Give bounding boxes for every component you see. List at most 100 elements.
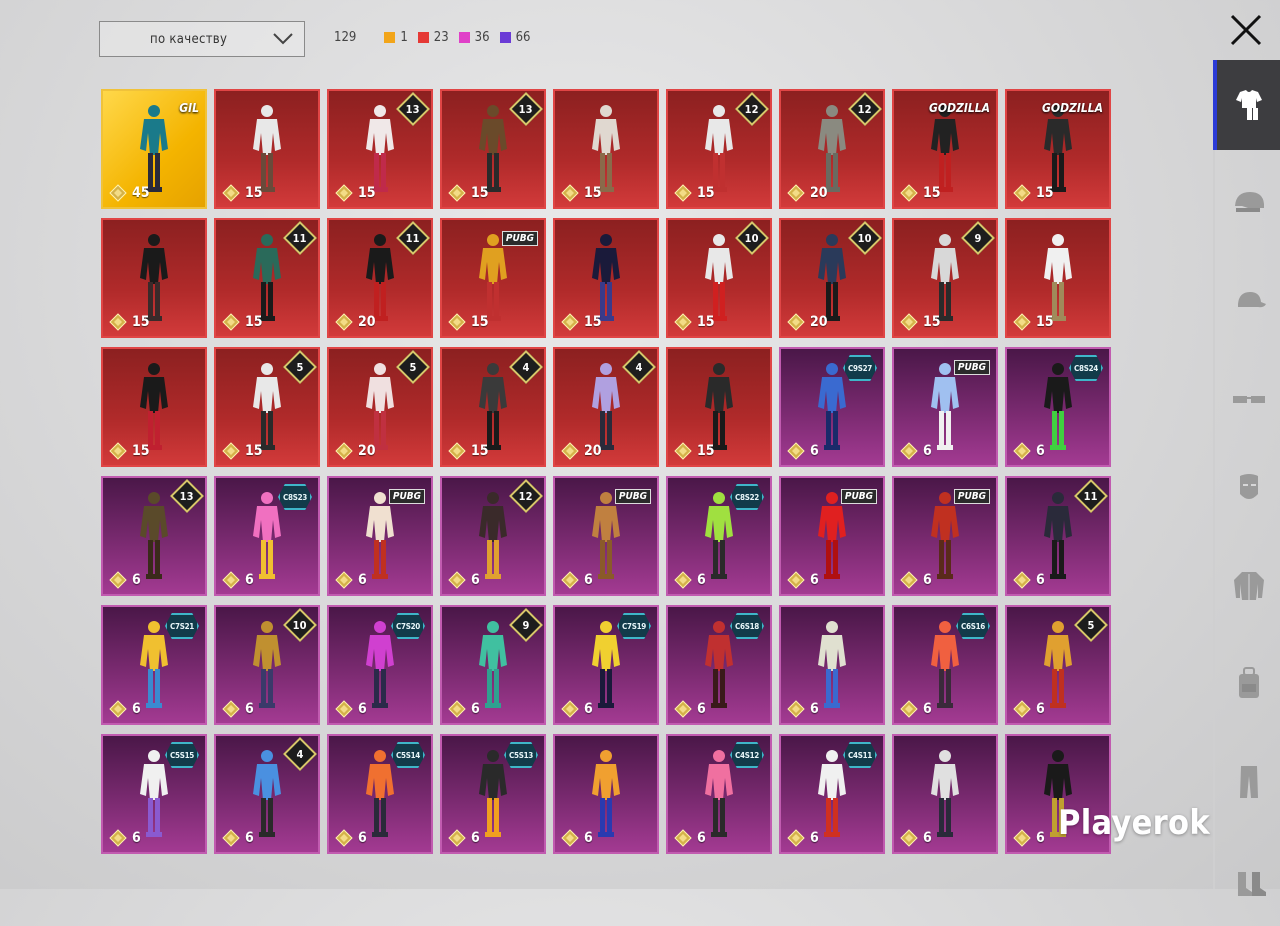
item-tile[interactable]: C8S23 6 <box>214 476 320 596</box>
item-tile[interactable]: 13 6 <box>101 476 207 596</box>
item-tile[interactable]: GIL 45 <box>101 89 207 209</box>
item-cost-value: 6 <box>245 572 254 588</box>
item-cost: 15 <box>448 313 489 331</box>
item-tile[interactable]: 15 <box>101 218 207 338</box>
item-tile[interactable]: 5 20 <box>327 347 433 467</box>
item-tile[interactable]: C5S15 6 <box>101 734 207 854</box>
item-cost: 6 <box>900 571 932 589</box>
tier-badge-label: 13 <box>180 489 194 503</box>
item-tile[interactable]: 11 6 <box>1005 476 1111 596</box>
sidebar-item-backpack[interactable] <box>1215 638 1280 728</box>
item-tile[interactable]: PUBG 6 <box>892 476 998 596</box>
tier-badge-label: 5 <box>409 360 417 374</box>
item-tile[interactable]: 15 <box>553 89 659 209</box>
category-sidebar <box>1213 60 1280 896</box>
tier-badge-label: C5S15 <box>170 750 194 760</box>
item-tile[interactable]: C9S27 6 <box>779 347 885 467</box>
coin-icon <box>222 442 240 460</box>
item-tile[interactable]: C6S16 6 <box>892 605 998 725</box>
item-tile[interactable]: C4S11 6 <box>779 734 885 854</box>
item-cost-value: 6 <box>358 572 367 588</box>
item-tile[interactable]: C7S20 6 <box>327 605 433 725</box>
item-tile[interactable]: 9 15 <box>892 218 998 338</box>
tier-badge-label: 4 <box>296 747 304 761</box>
item-tile[interactable]: 15 <box>1005 218 1111 338</box>
item-tile[interactable]: C7S19 6 <box>553 605 659 725</box>
item-tile[interactable]: 4 20 <box>553 347 659 467</box>
item-cost: 15 <box>222 442 263 460</box>
item-tile[interactable]: 10 15 <box>666 218 772 338</box>
tier-badge-label: 11 <box>406 231 420 245</box>
item-tile[interactable]: 96 <box>440 605 546 725</box>
item-cost-value: 15 <box>358 185 376 201</box>
outfit-figure <box>592 750 620 837</box>
item-cost-value: 6 <box>697 701 706 717</box>
item-tile[interactable]: 6 <box>779 605 885 725</box>
item-tile[interactable]: PUBG 6 <box>779 476 885 596</box>
item-cost-value: 6 <box>923 443 932 459</box>
item-cost-value: 15 <box>245 314 263 330</box>
tier-badge-label: GODZILLA <box>929 101 990 115</box>
item-tile[interactable]: 11 15 <box>214 218 320 338</box>
coin-icon <box>448 829 466 847</box>
sidebar-item-jacket[interactable] <box>1215 540 1280 630</box>
item-tile[interactable]: 12 6 <box>440 476 546 596</box>
item-tile[interactable]: C4S12 6 <box>666 734 772 854</box>
sidebar-item-helmet[interactable] <box>1215 158 1280 248</box>
item-tile[interactable]: C8S24 6 <box>1005 347 1111 467</box>
item-tile[interactable]: 5 15 <box>214 347 320 467</box>
item-tile[interactable]: 10 20 <box>779 218 885 338</box>
item-tile[interactable]: PUBG 15 <box>440 218 546 338</box>
sidebar-item-mask[interactable] <box>1215 442 1280 532</box>
item-tile[interactable]: PUBG 6 <box>892 347 998 467</box>
item-tile[interactable]: 15 <box>666 347 772 467</box>
item-tile[interactable]: GODZILLA 15 <box>892 89 998 209</box>
item-tile[interactable]: C6S18 6 <box>666 605 772 725</box>
sidebar-item-pants[interactable] <box>1215 736 1280 826</box>
item-tile[interactable]: GODZILLA 15 <box>1005 89 1111 209</box>
item-tile[interactable]: 13 15 <box>440 89 546 209</box>
tier-badge-label: 5 <box>296 360 304 374</box>
item-tile[interactable]: C5S14 6 <box>327 734 433 854</box>
item-tile[interactable]: PUBG 6 <box>553 476 659 596</box>
item-tile[interactable]: 15 <box>214 89 320 209</box>
tier-badge: PUBG <box>840 484 877 504</box>
item-tile[interactable]: 6 <box>892 734 998 854</box>
sidebar-item-glasses[interactable] <box>1215 354 1280 444</box>
item-tile[interactable]: 12 15 <box>666 89 772 209</box>
item-tile[interactable]: C5S13 6 <box>440 734 546 854</box>
tier-badge-label: 11 <box>1084 489 1098 503</box>
item-tile[interactable]: 15 <box>553 218 659 338</box>
coin-icon <box>1013 313 1031 331</box>
item-tile[interactable]: 4 15 <box>440 347 546 467</box>
item-cost: 15 <box>674 442 715 460</box>
outfit-figure <box>818 105 846 192</box>
item-tile[interactable]: 56 <box>1005 605 1111 725</box>
item-cost: 6 <box>335 571 367 589</box>
sort-dropdown[interactable]: по качеству <box>99 21 305 57</box>
item-tile[interactable]: 12 20 <box>779 89 885 209</box>
sidebar-item-cap[interactable] <box>1215 256 1280 346</box>
sidebar-item-outfit[interactable] <box>1213 60 1280 150</box>
item-tile[interactable]: C7S21 6 <box>101 605 207 725</box>
coin-icon <box>561 184 579 202</box>
tier-badge-label: C7S20 <box>396 621 420 631</box>
item-tile[interactable]: C8S22 6 <box>666 476 772 596</box>
item-tile[interactable]: 46 <box>214 734 320 854</box>
item-cost: 15 <box>674 313 715 331</box>
item-tile[interactable]: 10 6 <box>214 605 320 725</box>
outfit-figure <box>931 234 959 321</box>
sidebar-item-shoes[interactable] <box>1215 836 1280 926</box>
item-tile[interactable]: PUBG 6 <box>327 476 433 596</box>
outfit-figure <box>479 105 507 192</box>
close-icon[interactable] <box>1226 10 1266 50</box>
coin-icon <box>109 184 127 202</box>
outfit-figure <box>1044 492 1072 579</box>
item-tile[interactable]: 6 <box>553 734 659 854</box>
item-tile[interactable]: 15 <box>101 347 207 467</box>
item-tile[interactable]: 13 15 <box>327 89 433 209</box>
tier-badge: PUBG <box>953 484 990 504</box>
item-cost: 15 <box>1013 313 1054 331</box>
item-tile[interactable]: 11 20 <box>327 218 433 338</box>
coin-icon <box>561 571 579 589</box>
